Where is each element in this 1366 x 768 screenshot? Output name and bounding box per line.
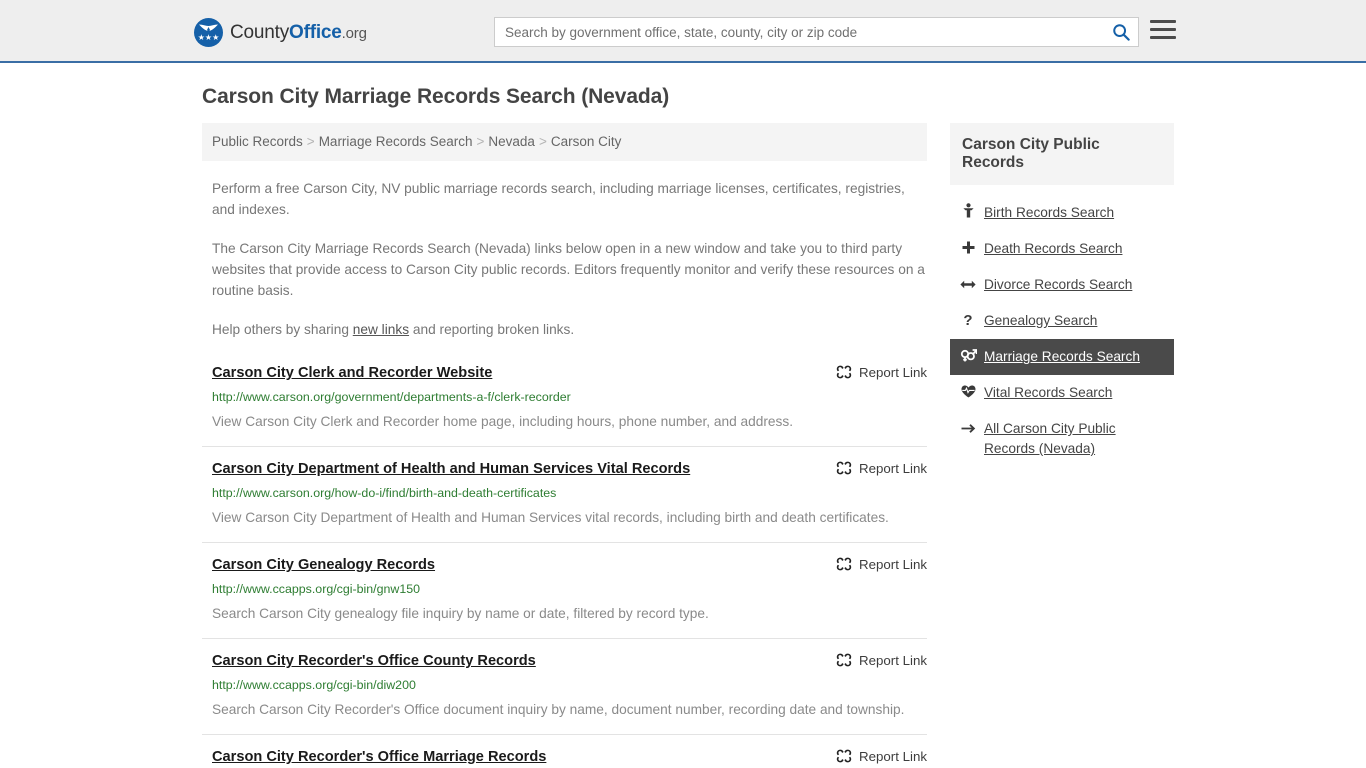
report-link-label: Report Link	[859, 556, 927, 572]
sidebar-item-vital-records-search[interactable]: Vital Records Search	[950, 375, 1174, 411]
intro-paragraph-2: The Carson City Marriage Records Search …	[212, 241, 925, 299]
result-url: http://www.carson.org/government/departm…	[212, 390, 571, 405]
broken-link-icon	[836, 365, 852, 379]
result-item: Carson City Clerk and Recorder Website h…	[202, 360, 927, 446]
breadcrumb: Public Records > Marriage Records Search > N…	[202, 123, 927, 162]
county-office-logo-icon: ★★★	[194, 18, 223, 47]
result-url: http://www.ccapps.org/cgi-bin/diw200	[212, 678, 416, 693]
sidebar-item-label: All Carson City Public Records (Nevada)	[984, 421, 1116, 456]
breadcrumb-item-nevada[interactable]: Nevada	[488, 134, 535, 149]
arrow-right-icon	[958, 419, 978, 439]
result-item: Carson City Department of Health and Hum…	[202, 446, 927, 542]
result-description: View Carson City Clerk and Recorder home…	[212, 414, 794, 430]
breadcrumb-item-marriage-records-search[interactable]: Marriage Records Search	[319, 134, 473, 149]
baby-glyph	[962, 203, 974, 218]
logo-text-office: Office	[289, 21, 342, 43]
content-container: Carson City Marriage Records Search (Nev…	[192, 63, 1174, 768]
result-url: http://www.ccapps.org/cgi-bin/gnw150	[212, 582, 420, 597]
result-title-link[interactable]: Carson City Clerk and Recorder Website	[212, 364, 492, 383]
report-link-button[interactable]: Report Link	[836, 364, 927, 380]
sidebar-item-birth-records-search[interactable]: Birth Records Search	[950, 195, 1174, 231]
share-text-after: and reporting broken links.	[409, 322, 575, 338]
baby-icon	[958, 203, 978, 223]
sidebar-item-all-public-records[interactable]: All Carson City Public Records (Nevada)	[950, 411, 1174, 467]
arrows-glyph	[960, 280, 976, 289]
sidebar-item-label: Genealogy Search	[984, 313, 1098, 328]
logo-stars: ★★★	[197, 33, 220, 42]
report-link-label: Report Link	[859, 364, 927, 380]
broken-link-icon	[836, 653, 852, 667]
main-column: Public Records > Marriage Records Search > N…	[202, 123, 927, 768]
sidebar-item-death-records-search[interactable]: Death Records Search	[950, 231, 1174, 267]
search-icon	[1113, 24, 1130, 41]
heartbeat-glyph	[961, 385, 975, 398]
report-link-label: Report Link	[859, 652, 927, 668]
result-title-link[interactable]: Carson City Department of Health and Hum…	[212, 460, 690, 479]
intro-paragraph-1: Perform a free Carson City, NV public ma…	[212, 181, 905, 218]
breadcrumb-item-public-records[interactable]: Public Records	[212, 134, 303, 149]
sidebar-item-marriage-records-search[interactable]: Marriage Records Search	[950, 339, 1174, 375]
result-description: View Carson City Department of Health an…	[212, 510, 889, 526]
sidebar-item-label: Birth Records Search	[984, 205, 1115, 220]
page-title: Carson City Marriage Records Search (Nev…	[202, 85, 670, 108]
sidebar-item-label: Death Records Search	[984, 241, 1123, 256]
plus-glyph	[962, 241, 974, 254]
result-title-link[interactable]: Carson City Recorder's Office Marriage R…	[212, 748, 546, 767]
sidebar-item-label: Vital Records Search	[984, 385, 1113, 400]
results-list: Carson City Clerk and Recorder Website h…	[202, 360, 927, 768]
sidebar-item-label: Marriage Records Search	[984, 349, 1140, 364]
sidebar-item-label: Divorce Records Search	[984, 277, 1133, 292]
result-description: Search Carson City Recorder's Office doc…	[212, 702, 905, 718]
result-description: Search Carson City genealogy file inquir…	[212, 606, 709, 622]
left-right-arrow-icon	[958, 275, 978, 295]
hamburger-bar	[1150, 36, 1176, 39]
result-title-link[interactable]: Carson City Recorder's Office County Rec…	[212, 652, 536, 671]
hamburger-bar	[1150, 28, 1176, 31]
heartbeat-icon	[958, 383, 978, 403]
report-link-label: Report Link	[859, 460, 927, 476]
mars-venus-glyph	[960, 349, 977, 362]
search-button[interactable]	[1104, 18, 1138, 46]
result-url: http://www.carson.org/how-do-i/find/birt…	[212, 486, 557, 501]
result-title-link[interactable]: Carson City Genealogy Records	[212, 556, 435, 575]
sidebar-item-divorce-records-search[interactable]: Divorce Records Search	[950, 267, 1174, 303]
result-item: Carson City Recorder's Office Marriage R…	[202, 734, 927, 768]
breadcrumb-separator: >	[538, 134, 547, 149]
breadcrumb-item-carson-city[interactable]: Carson City	[551, 134, 622, 149]
page-body: Carson City Marriage Records Search (Nev…	[0, 63, 1366, 768]
report-link-button[interactable]: Report Link	[836, 748, 927, 764]
broken-link-icon	[836, 557, 852, 571]
intro-paragraph-3: Help others by sharing new links and rep…	[212, 319, 927, 340]
arrow-right-glyph	[961, 424, 975, 433]
sidebar-item-genealogy-search[interactable]: ? Genealogy Search	[950, 303, 1174, 339]
sidebar-list: Birth Records Search Death Records Searc…	[950, 195, 1174, 467]
report-link-label: Report Link	[859, 748, 927, 764]
search-bar[interactable]	[494, 17, 1139, 47]
site-header: ★★★ CountyOffice.org	[0, 0, 1366, 63]
sidebar-heading: Carson City Public Records	[950, 123, 1174, 185]
broken-link-icon	[836, 461, 852, 475]
result-item: Carson City Recorder's Office County Rec…	[202, 638, 927, 734]
breadcrumb-separator: >	[476, 134, 485, 149]
logo-text-tld: .org	[341, 24, 367, 42]
logo-wordmark: CountyOffice.org	[230, 22, 367, 44]
report-link-button[interactable]: Report Link	[836, 556, 927, 572]
sidebar: Carson City Public Records Birth Records…	[950, 123, 1174, 467]
result-item: Carson City Genealogy Records http://www…	[202, 542, 927, 638]
site-logo[interactable]: ★★★ CountyOffice.org	[194, 18, 367, 47]
plus-cross-icon	[958, 239, 978, 259]
hamburger-bar	[1150, 20, 1176, 23]
breadcrumb-separator: >	[306, 134, 315, 149]
question-mark-icon: ?	[963, 312, 973, 329]
share-text-before: Help others by sharing	[212, 322, 353, 338]
report-link-button[interactable]: Report Link	[836, 652, 927, 668]
broken-link-icon	[836, 749, 852, 763]
mars-venus-icon	[958, 347, 978, 367]
two-column-layout: Public Records > Marriage Records Search > N…	[192, 123, 1174, 768]
search-input[interactable]	[495, 18, 1104, 46]
report-link-button[interactable]: Report Link	[836, 460, 927, 476]
hamburger-menu-icon[interactable]	[1150, 20, 1176, 39]
new-links-link[interactable]: new links	[353, 322, 409, 337]
logo-text-county: County	[230, 21, 290, 43]
